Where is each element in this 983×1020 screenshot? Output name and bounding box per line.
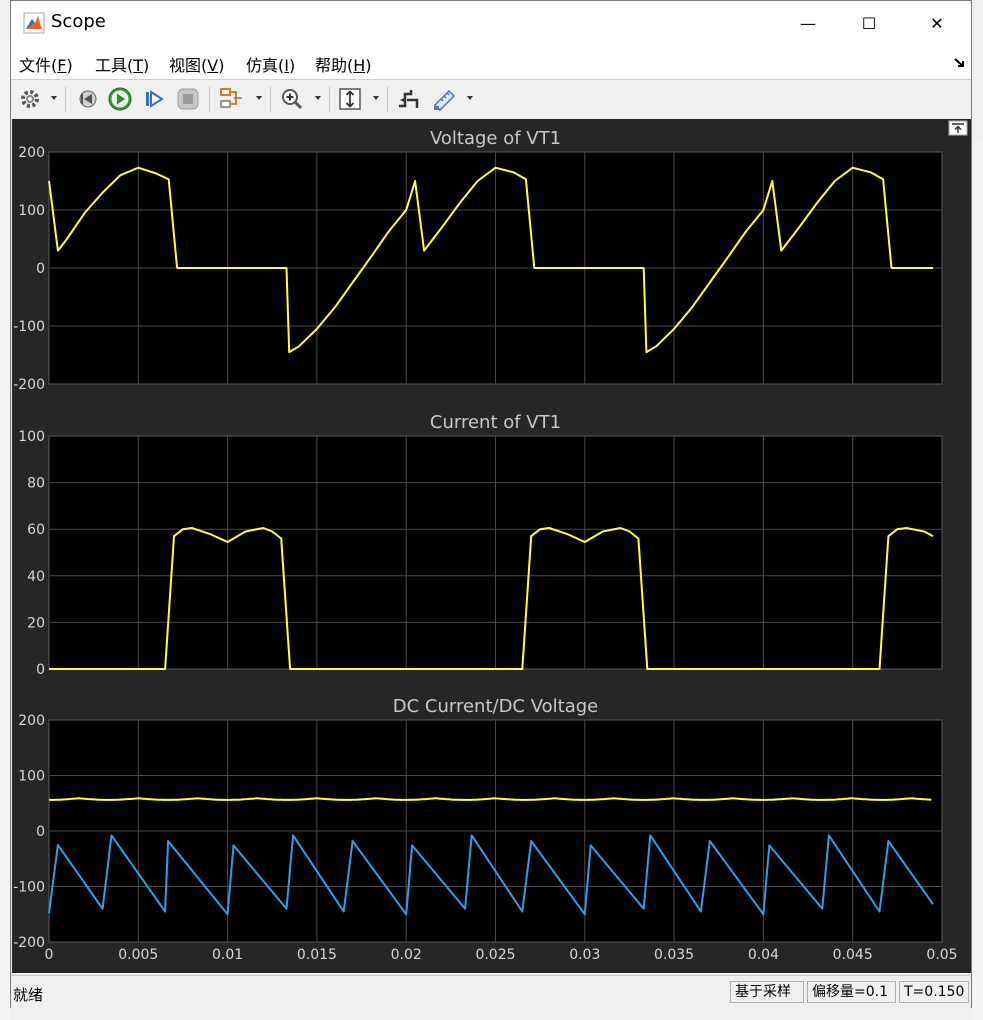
measure-icon [433,89,456,111]
highlight-icon [220,88,242,108]
trigger-icon [399,90,419,108]
menu-simulation[interactable]: 仿真(I) [246,52,295,76]
minimize-button[interactable]: — [776,1,840,45]
y-tick-label: 80 [27,476,45,492]
menu-file-label: 文件( [19,56,58,75]
menu-view-key: V [207,56,219,75]
run-icon [108,87,132,111]
menu-simulation-end: ) [288,56,296,75]
step-forward-button[interactable] [141,86,167,112]
toolbar-separator [209,86,210,112]
undock-icon[interactable] [953,57,967,69]
background-editor-left [0,40,10,1020]
trigger-button[interactable] [395,86,421,112]
highlight-dropdown-arrow[interactable] [256,96,262,100]
menu-tools-end: ) [143,56,150,75]
offset-status: 偏移量=0.1 [807,981,896,1003]
autoscale-button[interactable] [337,86,363,112]
menu-view[interactable]: 视图(V) [169,52,224,76]
toolbar-separator [329,86,330,112]
y-tick-label: 200 [18,145,45,161]
y-tick-label: 20 [27,615,45,631]
run-button[interactable] [107,86,133,112]
stop-button[interactable] [175,86,201,112]
title-bar: Scope — ☐ ✕ [11,1,971,45]
toolbar-separator [65,86,66,112]
status-text: 就绪 [13,986,44,1004]
settings-icon [21,90,39,108]
window-title: Scope [51,11,106,32]
measure-button[interactable] [431,86,459,112]
scope-plots: -200 -100 0 100 200 Voltage of VT1 0 20 40 60 80 10… [13,128,957,963]
series-line [49,797,932,801]
menu-tools-label: 工具( [95,56,134,75]
measure-dropdown-arrow[interactable] [467,96,473,100]
background-editor-right [973,140,983,1020]
y-tick-label: 100 [18,203,45,219]
scope-window: Scope — ☐ ✕ 文件(F) 工具(T) 视图(V) 仿真(I) 帮助(H… [10,0,972,1008]
status-bar: 就绪 基于采样 偏移量=0.1 T=0.150 [11,975,971,1008]
y-tick-label: 0 [36,824,45,840]
y-tick-label: 60 [27,522,45,538]
toolbar-separator [270,86,271,112]
settings-dropdown-arrow[interactable] [51,96,57,100]
x-tick-label: 0.02 [391,947,422,963]
x-tick-label: 0 [45,947,54,963]
plot-title: Voltage of VT1 [430,128,561,149]
autoscale-icon [339,88,361,110]
menu-tools[interactable]: 工具(T) [95,52,149,76]
menu-file-end: ) [66,56,73,75]
time-status: T=0.150 [899,981,969,1003]
matlab-icon [23,12,45,34]
autoscale-dropdown-arrow[interactable] [373,96,379,100]
maximize-button[interactable]: ☐ [837,1,901,45]
menu-simulation-label: 仿真( [246,56,285,75]
y-tick-label: 0 [36,662,45,678]
y-tick-label: 100 [18,769,45,785]
scope-display: -200 -100 0 100 200 Voltage of VT1 0 20 40 60 80 10… [12,119,971,973]
menu-view-end: ) [218,56,225,75]
y-tick-label: 0 [36,261,45,277]
menu-help-label: 帮助( [315,56,354,75]
menu-help-key: H [353,56,366,75]
plot-title: Current of VT1 [430,412,561,433]
x-tick-label: 0.015 [297,947,337,963]
zoom-dropdown-arrow[interactable] [315,96,321,100]
y-tick-label: -100 [13,880,45,896]
x-tick-label: 0.04 [748,947,779,963]
y-tick-label: 200 [18,713,45,729]
zoom-icon [282,89,303,110]
x-tick-label: 0.03 [569,947,600,963]
x-tick-label: 0.005 [118,947,158,963]
menu-tools-key: T [133,56,144,75]
x-tick-label: 0.05 [926,947,957,963]
step-back-button[interactable] [73,86,99,112]
sampling-mode-status: 基于采样 [730,981,804,1003]
y-tick-label: -200 [13,935,45,951]
menu-bar: 文件(F) 工具(T) 视图(V) 仿真(I) 帮助(H) [11,45,971,79]
x-tick-label: 0.045 [833,947,873,963]
toolbar-separator [387,86,388,112]
y-tick-label: 40 [27,569,45,585]
plot-title: DC Current/DC Voltage [393,696,599,717]
close-button[interactable]: ✕ [905,1,969,45]
menu-file[interactable]: 文件(F) [19,52,73,76]
x-tick-label: 0.035 [654,947,694,963]
zoom-button[interactable] [279,86,305,112]
settings-button[interactable] [17,86,43,112]
x-tick-label: 0.01 [212,947,243,963]
step-forward-icon [146,90,164,108]
menu-help-end: ) [365,56,372,75]
y-tick-label: -100 [13,319,45,335]
toolbar [11,79,971,120]
menu-view-label: 视图( [169,56,208,75]
x-tick-label: 0.025 [475,947,515,963]
maximize-axes-icon[interactable] [948,120,968,136]
y-tick-label: -200 [13,377,45,393]
highlight-button[interactable] [217,86,245,112]
stop-icon [177,88,199,110]
y-tick-label: 100 [18,429,45,445]
menu-help[interactable]: 帮助(H) [315,52,372,76]
step-back-icon [79,90,97,108]
